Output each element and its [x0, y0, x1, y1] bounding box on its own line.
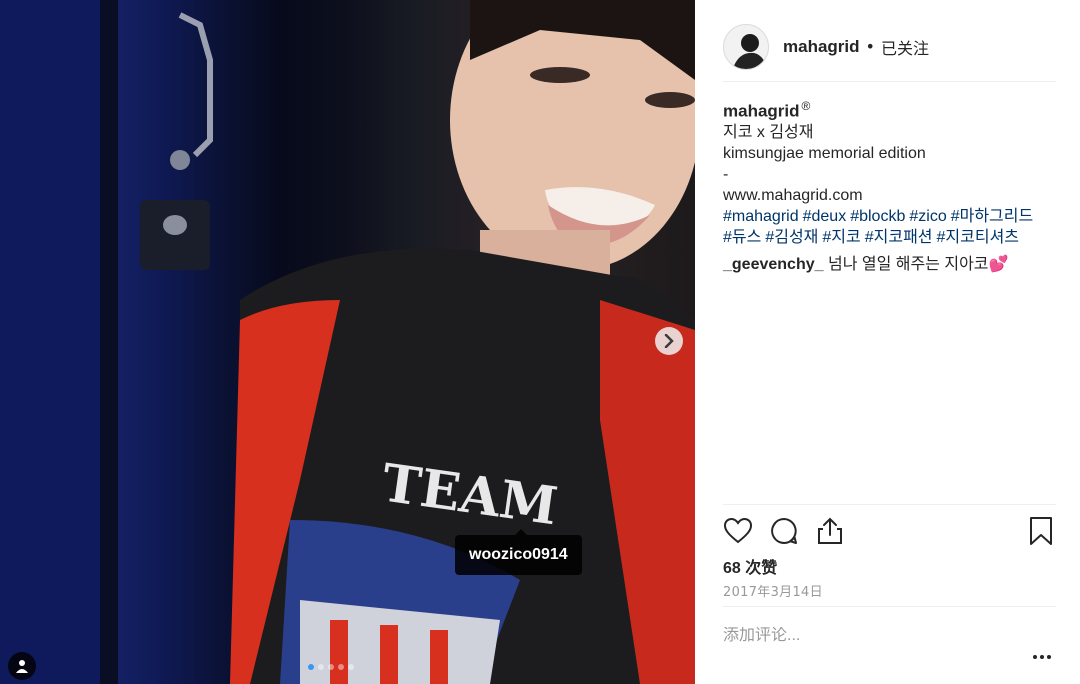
caption-line: -	[723, 166, 729, 184]
comment-input[interactable]	[723, 627, 1013, 645]
hashtag-list: #mahagrid #deux #blockb #zico #마하그리드 #듀스 #김성재 #…	[723, 206, 1056, 248]
post-caption: mahagrid ® 지코 x 김성재 kimsungjae memorial e…	[723, 96, 1056, 275]
heart-icon	[724, 517, 752, 543]
more-icon	[1033, 655, 1051, 659]
post-detail-panel: mahagrid • 已关注 mahagrid ® 지코 x 김성재 kimsun…	[695, 0, 1080, 684]
comment-item: _geevenchy_ 넘나 열일 해주는 지아코💕	[723, 254, 1056, 275]
photo-user-tag[interactable]: woozico0914	[455, 529, 582, 575]
comment-icon	[771, 517, 797, 544]
header-username[interactable]: mahagrid	[783, 37, 860, 57]
more-options-button[interactable]	[1030, 649, 1054, 665]
hashtag-link[interactable]: #마하그리드	[951, 208, 1034, 225]
comment-form	[723, 606, 1056, 676]
post-date: 2017年3月14日	[723, 585, 823, 600]
avatar-image	[724, 24, 768, 69]
follow-status-button[interactable]: 已关注	[881, 35, 929, 59]
comment-text: 넘나 열일 해주는 지아코💕	[827, 256, 1009, 274]
share-icon	[818, 517, 842, 544]
caption-username[interactable]: mahagrid	[723, 101, 800, 120]
hashtag-link[interactable]: #지코티셔츠	[937, 229, 1020, 246]
next-photo-button[interactable]	[655, 327, 683, 355]
hashtag-link[interactable]: #김성재	[765, 229, 818, 246]
header-separator: •	[865, 37, 875, 56]
save-button[interactable]	[1026, 516, 1056, 546]
post-header: mahagrid • 已关注	[723, 12, 1056, 82]
likes-count[interactable]: 68 次赞	[723, 554, 777, 578]
hashtag-link[interactable]: #zico	[909, 208, 946, 225]
avatar[interactable]	[723, 23, 769, 70]
carousel-indicator	[308, 664, 354, 670]
photo-illustration: TEAM	[0, 0, 695, 684]
carousel-dot	[318, 664, 324, 670]
user-tags-toggle[interactable]	[8, 652, 36, 680]
comment-button[interactable]	[769, 516, 799, 546]
hashtag-link[interactable]: #듀스	[723, 229, 761, 246]
carousel-dot	[338, 664, 344, 670]
post-photo[interactable]: TEAM woozico0914	[0, 0, 695, 684]
carousel-dot	[328, 664, 334, 670]
hashtag-link[interactable]: #지코	[822, 229, 860, 246]
person-icon	[16, 660, 28, 673]
registered-mark: ®	[801, 99, 811, 113]
caption-line: 지코 x 김성재	[723, 124, 814, 142]
share-button[interactable]	[815, 516, 845, 546]
chevron-right-icon	[664, 334, 674, 348]
carousel-dot	[348, 664, 354, 670]
carousel-dot	[308, 664, 314, 670]
caption-line: kimsungjae memorial edition	[723, 145, 926, 163]
hashtag-link[interactable]: #blockb	[850, 208, 905, 225]
like-button[interactable]	[723, 516, 753, 546]
bookmark-icon	[1030, 516, 1052, 545]
hashtag-link[interactable]: #deux	[803, 208, 847, 225]
comment-username[interactable]: _geevenchy_	[723, 256, 824, 273]
post-actions	[723, 504, 1056, 556]
hashtag-link[interactable]: #지코패션	[865, 229, 933, 246]
hashtag-link[interactable]: #mahagrid	[723, 208, 799, 225]
caption-link[interactable]: www.mahagrid.com	[723, 185, 1056, 206]
